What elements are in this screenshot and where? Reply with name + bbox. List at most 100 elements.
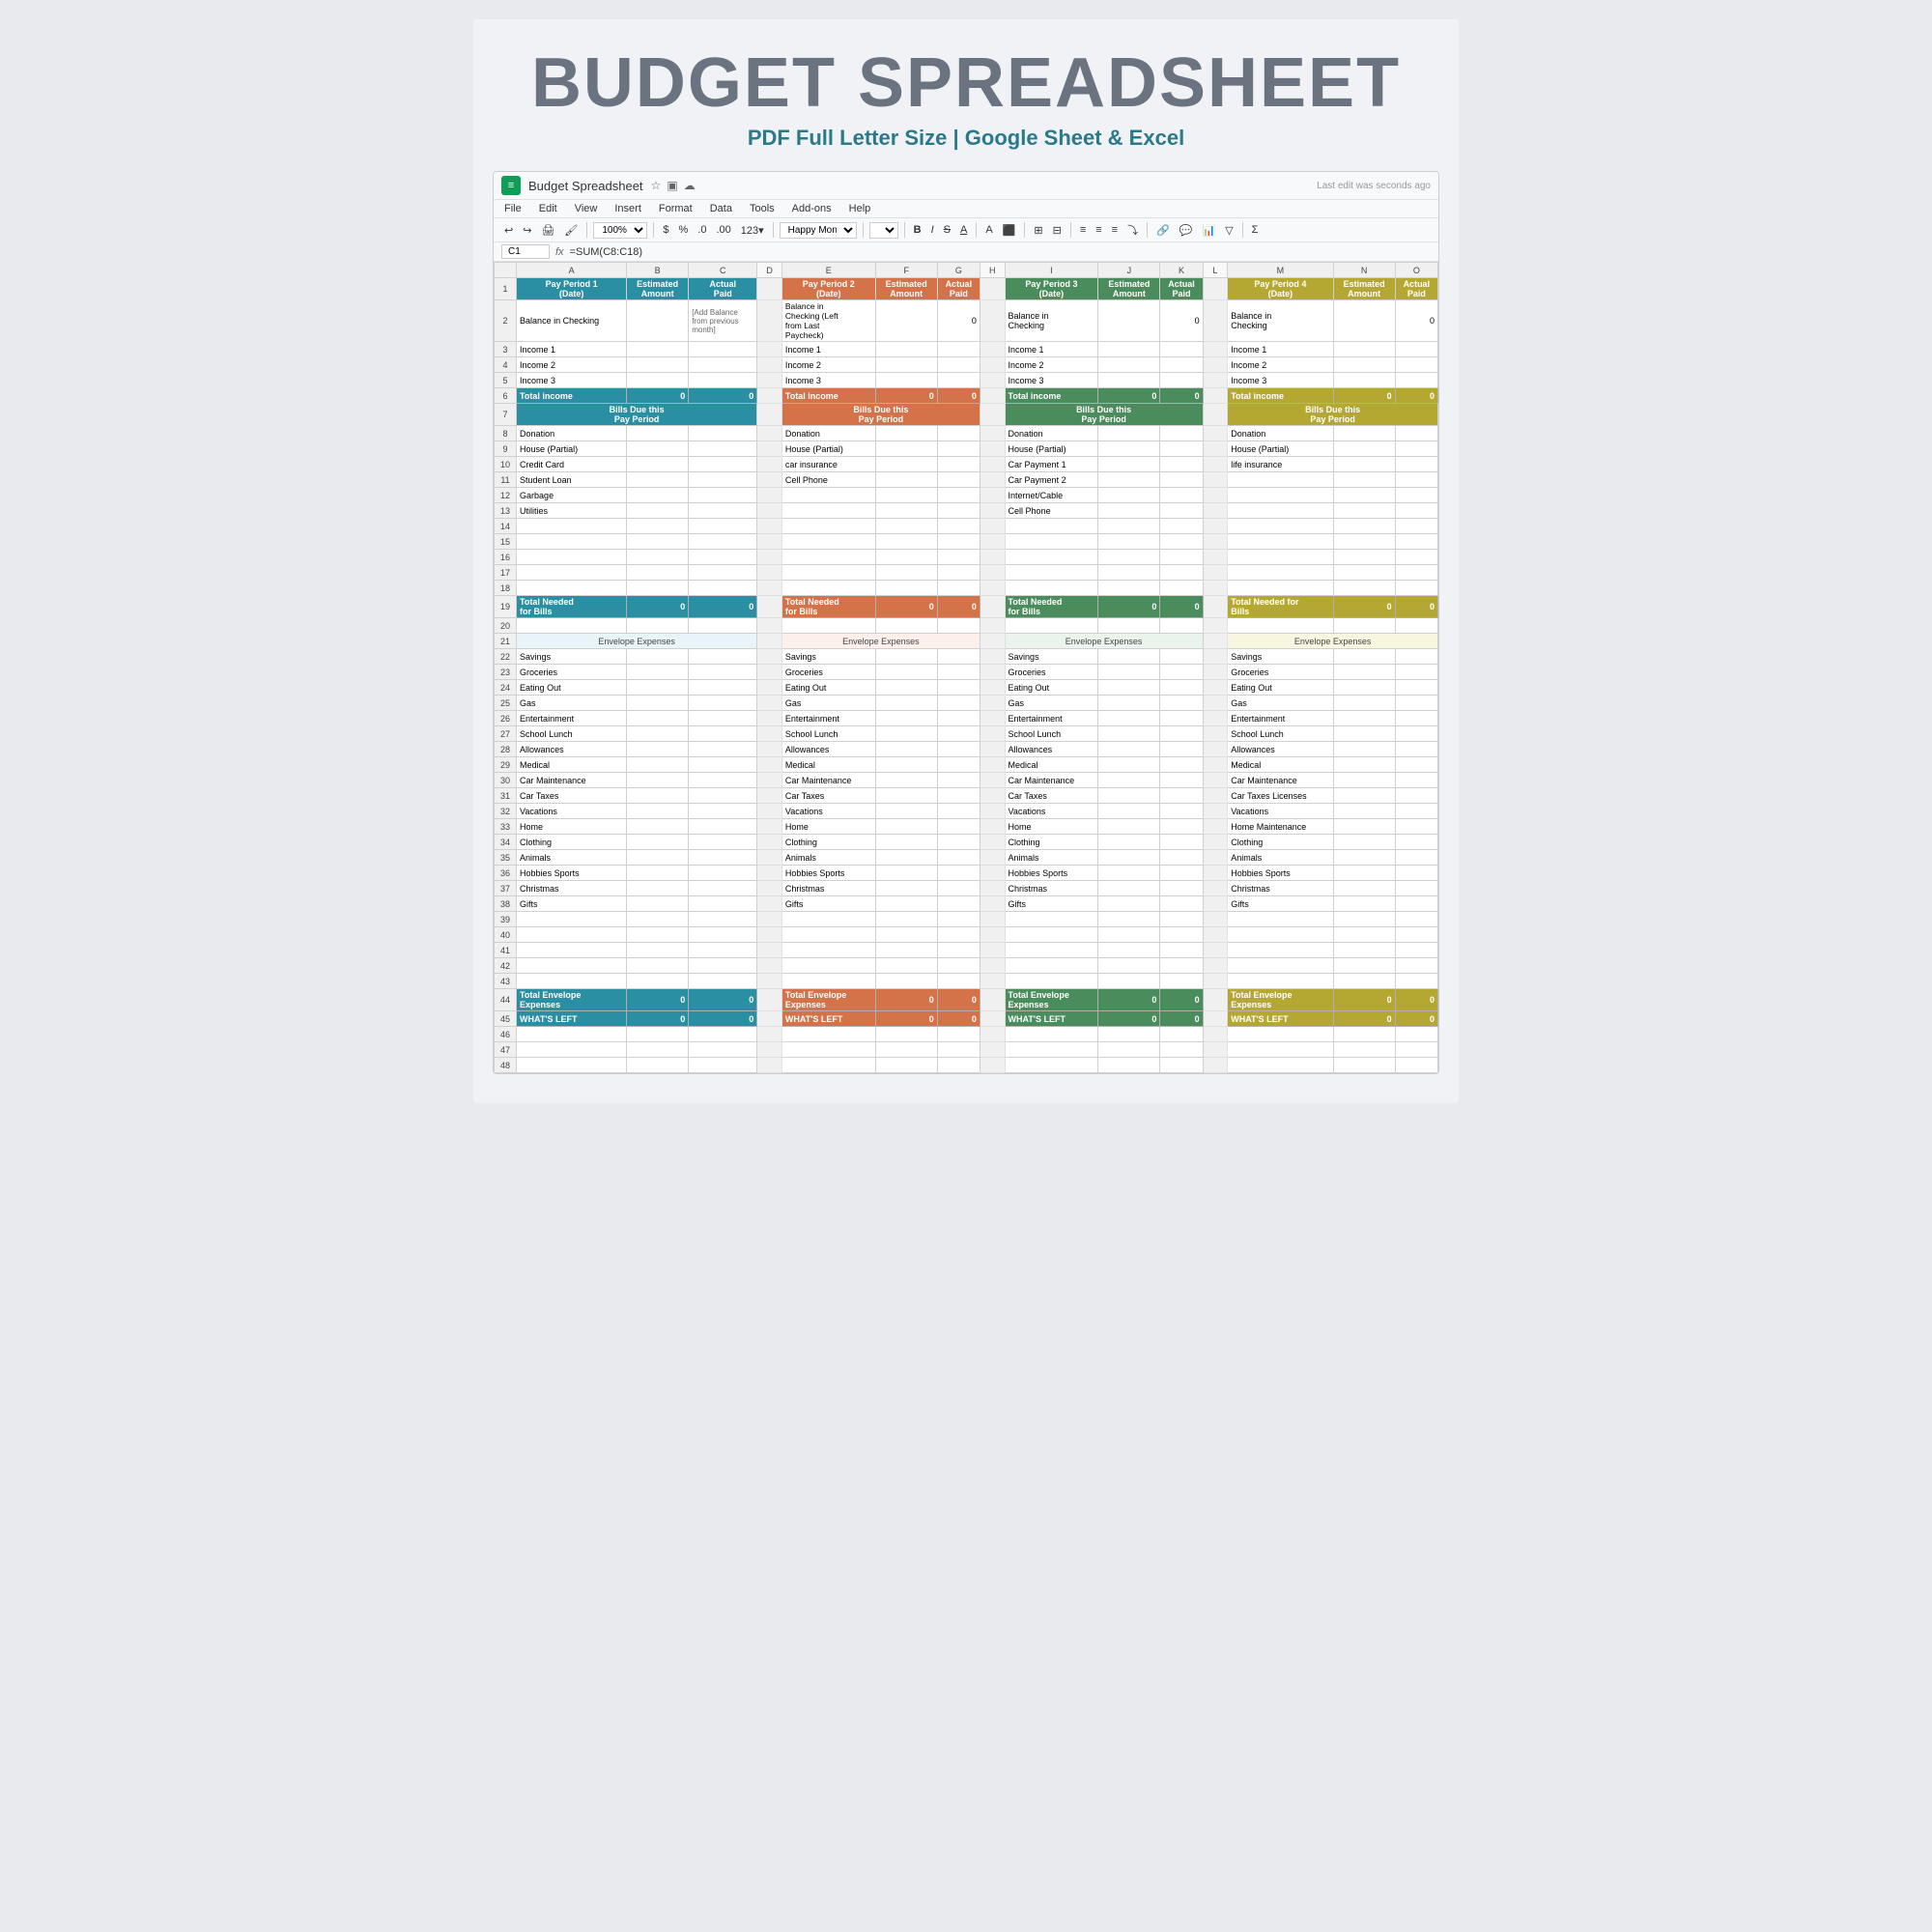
table-cell[interactable]: Credit Card	[517, 457, 627, 472]
table-cell[interactable]: Car Taxes	[781, 788, 875, 804]
table-cell[interactable]	[627, 300, 689, 342]
table-cell[interactable]	[627, 618, 689, 634]
table-cell[interactable]	[1005, 618, 1098, 634]
table-cell[interactable]	[627, 773, 689, 788]
table-cell[interactable]	[627, 927, 689, 943]
table-cell[interactable]	[689, 974, 757, 989]
table-cell[interactable]: Clothing	[1228, 835, 1333, 850]
table-cell[interactable]: Clothing	[517, 835, 627, 850]
table-cell[interactable]: Medical	[517, 757, 627, 773]
table-cell[interactable]	[1160, 696, 1203, 711]
comment-button[interactable]: 💬	[1177, 223, 1196, 238]
table-cell[interactable]	[627, 503, 689, 519]
table-cell[interactable]	[1333, 696, 1395, 711]
table-cell[interactable]	[689, 373, 757, 388]
table-cell[interactable]	[781, 974, 875, 989]
table-cell[interactable]: Income 1	[1228, 342, 1333, 357]
table-cell[interactable]	[937, 974, 980, 989]
table-cell[interactable]	[875, 565, 937, 581]
table-cell[interactable]	[1098, 1042, 1160, 1058]
table-cell[interactable]: Groceries	[1228, 665, 1333, 680]
table-cell[interactable]	[781, 488, 875, 503]
table-cell[interactable]	[689, 581, 757, 596]
table-cell[interactable]	[627, 788, 689, 804]
table-cell[interactable]	[875, 742, 937, 757]
table-cell[interactable]	[627, 958, 689, 974]
table-cell[interactable]	[875, 1058, 937, 1073]
table-cell[interactable]	[517, 912, 627, 927]
table-cell[interactable]	[689, 757, 757, 773]
table-cell[interactable]: Car Payment 1	[1005, 457, 1098, 472]
table-cell[interactable]	[875, 550, 937, 565]
table-cell[interactable]	[1395, 726, 1437, 742]
table-cell[interactable]	[1395, 958, 1437, 974]
table-cell[interactable]	[937, 357, 980, 373]
table-cell[interactable]	[689, 1058, 757, 1073]
table-cell[interactable]	[1228, 1058, 1333, 1073]
table-cell[interactable]	[689, 896, 757, 912]
table-cell[interactable]	[1395, 649, 1437, 665]
table-cell[interactable]: Gas	[781, 696, 875, 711]
table-cell[interactable]: Christmas	[781, 881, 875, 896]
table-cell[interactable]	[689, 912, 757, 927]
table-cell[interactable]	[1160, 503, 1203, 519]
table-cell[interactable]: Garbage	[517, 488, 627, 503]
table-cell[interactable]	[689, 649, 757, 665]
table-cell[interactable]	[875, 426, 937, 441]
table-cell[interactable]	[1333, 550, 1395, 565]
decimal-increase-button[interactable]: .00	[713, 223, 733, 237]
table-cell[interactable]	[1333, 342, 1395, 357]
chart-button[interactable]: 📊	[1200, 223, 1219, 238]
table-cell[interactable]	[689, 773, 757, 788]
table-cell[interactable]	[781, 1058, 875, 1073]
table-cell[interactable]	[1333, 711, 1395, 726]
table-cell[interactable]	[1333, 1042, 1395, 1058]
table-cell[interactable]: Car Taxes Licenses	[1228, 788, 1333, 804]
col-h[interactable]: H	[980, 263, 1005, 278]
table-cell[interactable]	[781, 565, 875, 581]
table-cell[interactable]: Animals	[1005, 850, 1098, 866]
table-cell[interactable]	[1098, 649, 1160, 665]
table-cell[interactable]	[1098, 742, 1160, 757]
table-cell[interactable]	[1160, 342, 1203, 357]
table-cell[interactable]	[517, 519, 627, 534]
align-right-button[interactable]: ≡	[1109, 223, 1121, 237]
table-cell[interactable]	[689, 927, 757, 943]
menu-view[interactable]: View	[572, 202, 601, 215]
table-cell[interactable]	[627, 1058, 689, 1073]
table-cell[interactable]	[1395, 503, 1437, 519]
table-cell[interactable]	[1098, 357, 1160, 373]
table-cell[interactable]	[937, 534, 980, 550]
table-cell[interactable]	[937, 819, 980, 835]
table-cell[interactable]	[1395, 742, 1437, 757]
table-cell[interactable]	[875, 441, 937, 457]
table-cell[interactable]	[1160, 1027, 1203, 1042]
table-cell[interactable]	[1160, 804, 1203, 819]
table-cell[interactable]: Gas	[517, 696, 627, 711]
table-cell[interactable]	[1333, 773, 1395, 788]
drive-icon[interactable]: ▣	[667, 179, 677, 192]
table-cell[interactable]	[1098, 896, 1160, 912]
table-cell[interactable]	[875, 773, 937, 788]
table-cell[interactable]	[1333, 680, 1395, 696]
table-cell[interactable]	[875, 757, 937, 773]
table-cell[interactable]: Income 3	[1005, 373, 1098, 388]
table-cell[interactable]	[781, 912, 875, 927]
decimal-decrease-button[interactable]: .0	[695, 223, 709, 237]
table-cell[interactable]	[689, 565, 757, 581]
table-cell[interactable]	[1395, 342, 1437, 357]
table-cell[interactable]	[1160, 927, 1203, 943]
table-cell[interactable]	[875, 665, 937, 680]
table-cell[interactable]	[781, 519, 875, 534]
table-cell[interactable]	[689, 696, 757, 711]
table-cell[interactable]	[689, 472, 757, 488]
table-cell[interactable]: Medical	[1228, 757, 1333, 773]
table-cell[interactable]	[627, 680, 689, 696]
table-cell[interactable]	[517, 974, 627, 989]
table-cell[interactable]	[689, 819, 757, 835]
table-cell[interactable]: Income 3	[781, 373, 875, 388]
table-cell[interactable]	[1160, 519, 1203, 534]
table-cell[interactable]	[1160, 773, 1203, 788]
table-cell[interactable]	[627, 835, 689, 850]
table-cell[interactable]	[1333, 866, 1395, 881]
